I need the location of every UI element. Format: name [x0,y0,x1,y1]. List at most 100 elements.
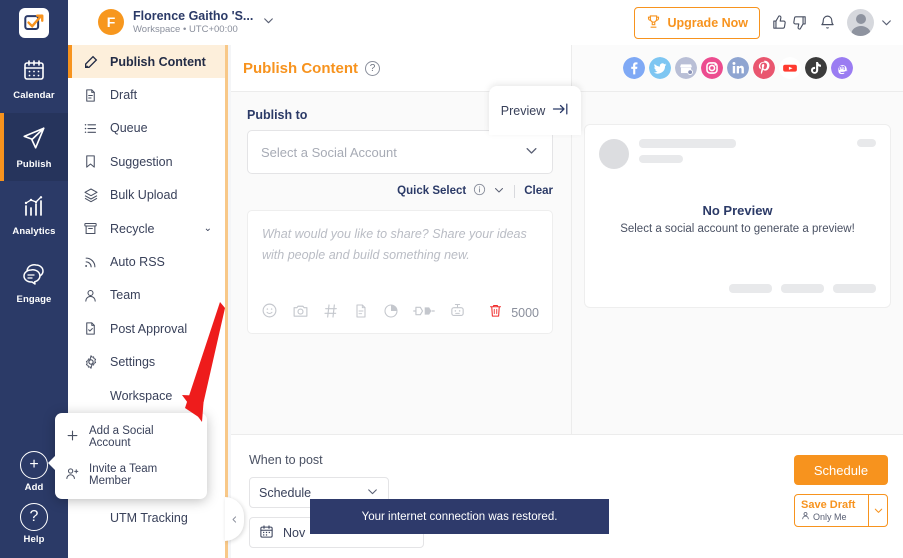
sidebar-item-label: Team [110,288,141,303]
popup-item-invite-team-member[interactable]: Invite a Team Member [55,456,207,494]
save-draft-text: Save Draft Only Me [795,499,868,523]
chevron-down-icon[interactable] [262,14,275,30]
sidebar-item-queue[interactable]: Queue [68,112,225,145]
question-mark-icon[interactable]: ? [365,60,380,76]
sidebar-item-analytics[interactable]: Analytics [0,181,68,249]
pie-chart-icon[interactable] [383,303,399,324]
trash-icon[interactable] [488,303,503,323]
plugin-icon[interactable] [413,303,435,324]
tab-preview[interactable]: Preview [489,86,581,135]
facebook-group-icon[interactable] [674,57,697,79]
help-label: Help [23,534,45,545]
footer-actions: Schedule Save Draft Only Me [794,455,888,527]
hashtag-icon[interactable] [323,303,339,324]
no-preview-title: No Preview [702,203,773,218]
arrow-right-to-bar-icon [552,102,569,119]
sidebar-item-suggestion[interactable]: Suggestion [68,145,225,178]
file-icon[interactable] [353,303,369,324]
user-icon [801,511,810,522]
chevron-down-icon [524,143,539,161]
sidebar-item-label: Analytics [12,225,56,237]
workspace-subtitle: Workspace • UTC+00:00 [133,23,238,35]
schedule-type-value: Schedule [259,485,312,500]
sidebar-item-draft[interactable]: Draft [68,78,225,111]
schedule-button[interactable]: Schedule [794,455,888,485]
list-icon [82,121,99,136]
sidebar-item-label: Auto RSS [110,255,165,270]
chevron-down-icon[interactable] [493,184,505,199]
avatar[interactable] [847,9,874,36]
sidebar-item-auto-rss[interactable]: Auto RSS [68,245,225,278]
sidebar-item-label: Recycle [110,221,155,236]
checkbox-arrow-logo-icon [19,7,49,38]
mastodon-icon[interactable] [830,57,853,79]
clear-button[interactable]: Clear [524,185,553,197]
sidebar-item-label: Engage [16,293,52,305]
post-editor[interactable]: What would you like to share? Share your… [247,210,553,334]
post-date-value: Nov [283,525,306,540]
top-bar-actions: Upgrade Now [634,0,893,45]
chevron-down-icon[interactable] [880,16,893,29]
workspace-text: Florence Gaitho 'S... Workspace • UTC+00… [133,9,253,35]
sidebar-item-label: Settings [110,355,156,370]
divider [514,184,516,198]
rss-icon [82,255,99,270]
sidebar-item-post-approval[interactable]: Post Approval [68,312,225,345]
linkedin-icon[interactable] [726,57,749,79]
sidebar-item-recycle[interactable]: Recycle ⌄ [68,212,225,245]
sidebar-item-publish-content[interactable]: Publish Content [68,45,225,79]
upgrade-now-button[interactable]: Upgrade Now [634,6,760,39]
skeleton-line [833,284,876,293]
thumbs-down-icon[interactable] [791,14,808,31]
question-circle-icon: ? [20,503,48,531]
sidebar-item-calendar[interactable]: Calendar [0,45,68,113]
chevron-up-icon[interactable]: ⌃ [204,357,212,368]
sidebar-item-label: Calendar [13,89,55,101]
plus-circle-icon: + [20,451,48,479]
quick-select-label[interactable]: Quick Select [397,185,466,197]
help-button[interactable]: ? Help [0,498,68,550]
quick-select-row: Quick Select Clear [247,183,553,199]
twitter-icon[interactable] [648,57,671,79]
sidebar-item-team[interactable]: Team [68,279,225,312]
emoji-icon[interactable] [261,302,278,324]
sidebar-item-publish[interactable]: Publish [0,113,68,181]
upgrade-now-label: Upgrade Now [667,15,748,30]
bar-chart-icon [22,194,46,223]
user-plus-icon [65,466,80,484]
robot-icon[interactable] [449,302,466,324]
popup-item-add-social-account[interactable]: Add a Social Account [55,418,207,456]
bell-icon[interactable] [819,14,836,31]
sidebar-item-settings[interactable]: Settings ⌃ [68,346,225,379]
instagram-icon[interactable] [700,57,723,79]
youtube-icon[interactable] [778,57,801,79]
chevron-down-icon[interactable] [868,495,887,526]
skeleton-line [729,284,772,293]
plus-icon [65,428,80,446]
camera-icon[interactable] [292,302,309,324]
sidebar-subitem-utm-tracking[interactable]: UTM Tracking [68,502,225,535]
sidebar-item-label: Publish Content [110,54,206,69]
preview-panel: No Preview Select a social account to ge… [571,45,903,434]
save-draft-visibility: Only Me [801,511,868,522]
sidebar-subitem-workspace[interactable]: Workspace [68,379,225,412]
calendar-icon [259,524,274,542]
tiktok-icon[interactable] [804,57,827,79]
social-network-filter [572,45,903,92]
chevron-down-icon[interactable]: ⌄ [204,223,212,234]
thumbs-up-icon[interactable] [771,14,788,31]
info-icon[interactable] [473,183,486,199]
app-logo[interactable] [0,0,68,45]
workspace-avatar: F [98,9,124,36]
preview-placeholder-card: No Preview Select a social account to ge… [584,124,891,308]
workspace-switcher[interactable]: F Florence Gaitho 'S... Workspace • UTC+… [98,9,275,36]
post-editor-placeholder: What would you like to share? Share your… [262,227,527,262]
sidebar-item-bulk-upload[interactable]: Bulk Upload [68,179,225,212]
sidebar-item-engage[interactable]: Engage [0,249,68,317]
facebook-icon[interactable] [622,57,645,79]
save-draft-button[interactable]: Save Draft Only Me [794,494,888,527]
pen-icon [82,54,99,70]
social-account-select[interactable]: Select a Social Account [247,130,553,174]
sidebar-item-label: Draft [110,88,138,103]
pinterest-icon[interactable] [752,57,775,79]
